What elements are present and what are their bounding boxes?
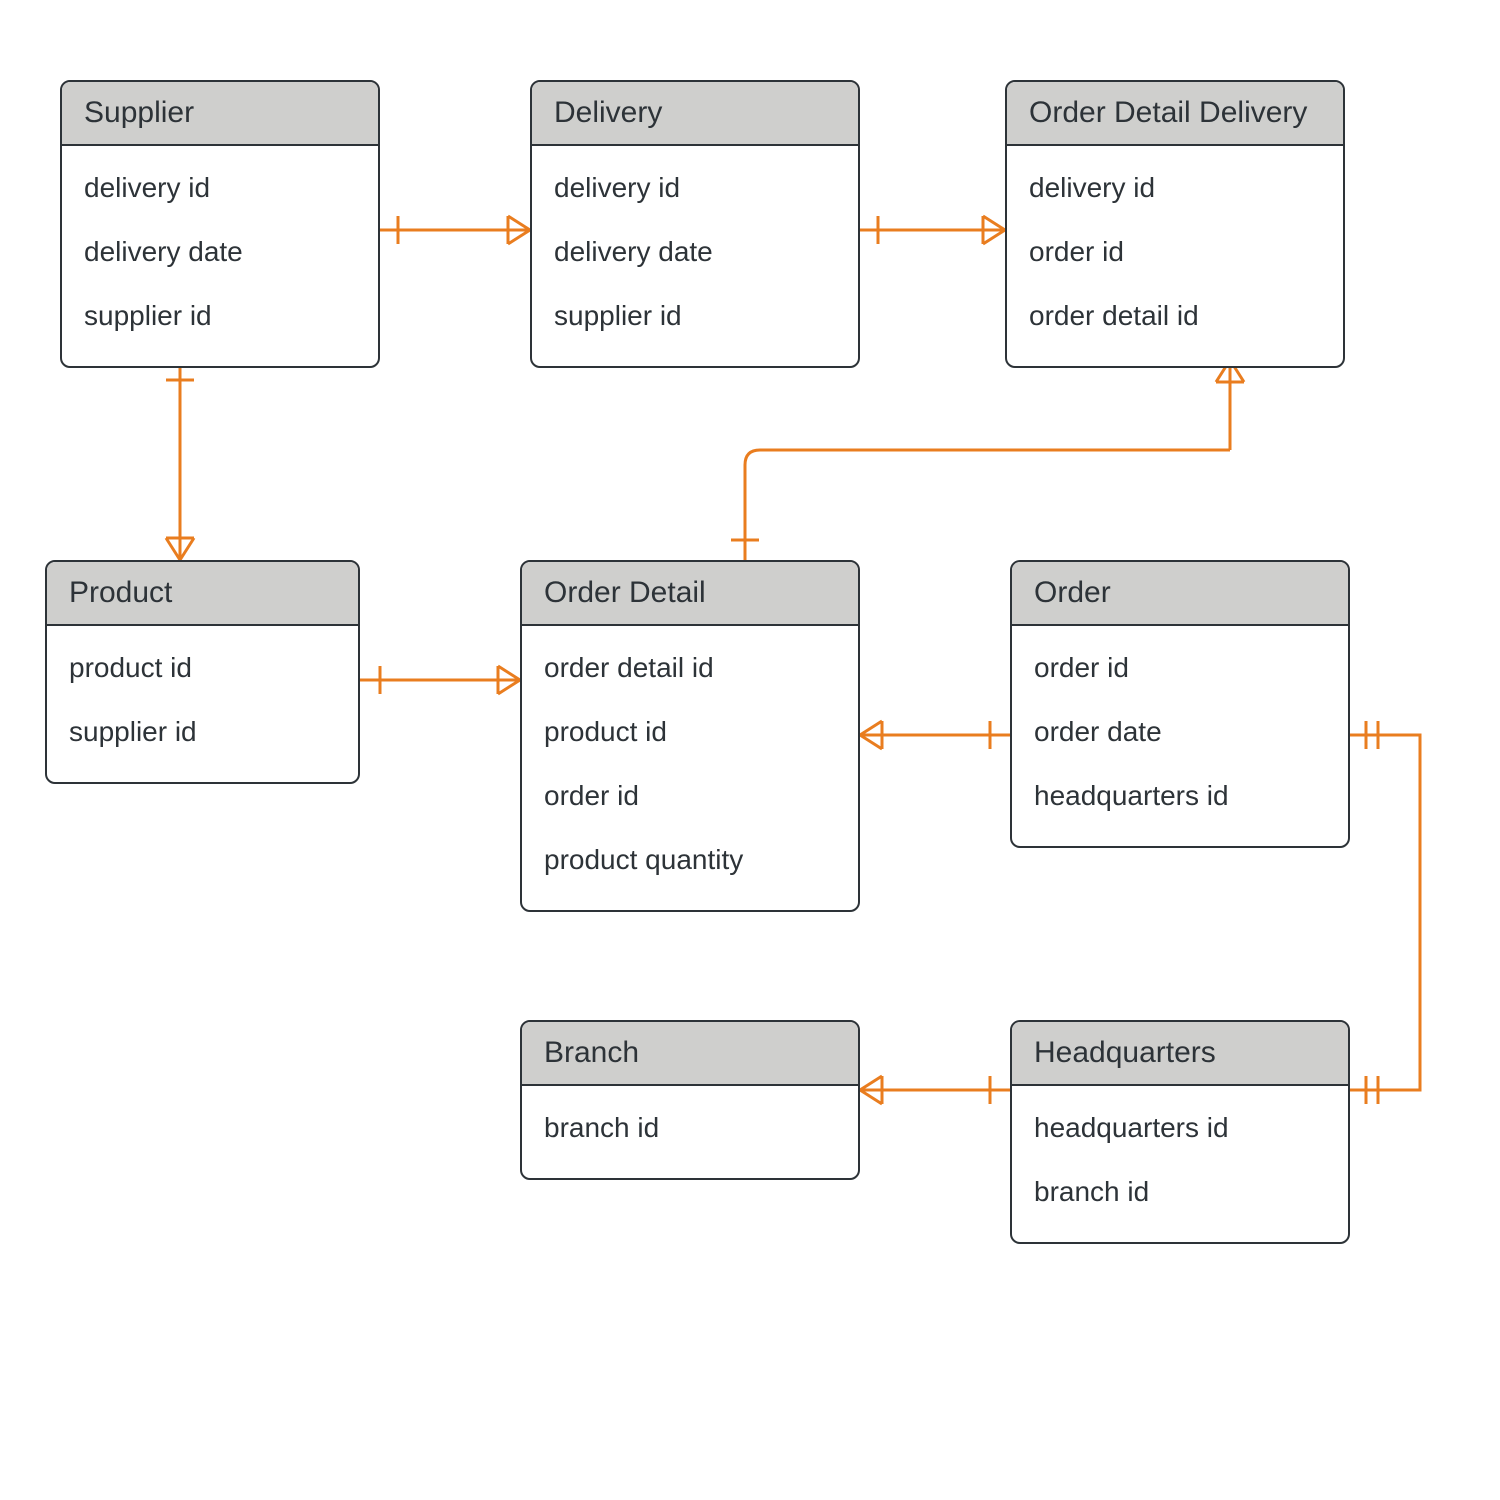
entity-order[interactable]: Order order id order date headquarters i… xyxy=(1010,560,1350,848)
entity-attribute: headquarters id xyxy=(1034,764,1326,828)
entity-attribute: delivery date xyxy=(84,220,356,284)
entity-delivery[interactable]: Delivery delivery id delivery date suppl… xyxy=(530,80,860,368)
entity-order-detail-delivery[interactable]: Order Detail Delivery delivery id order … xyxy=(1005,80,1345,368)
entity-attribute: supplier id xyxy=(84,284,356,348)
entity-attribute: order detail id xyxy=(544,636,836,700)
entity-attribute: order detail id xyxy=(1029,284,1321,348)
entity-attribute: order date xyxy=(1034,700,1326,764)
entity-title: Order xyxy=(1012,562,1348,626)
entity-attribute: order id xyxy=(1034,636,1326,700)
entity-product[interactable]: Product product id supplier id xyxy=(45,560,360,784)
entity-attribute: product id xyxy=(544,700,836,764)
entity-attribute: headquarters id xyxy=(1034,1096,1326,1160)
entity-attribute: delivery id xyxy=(554,156,836,220)
entity-order-detail[interactable]: Order Detail order detail id product id … xyxy=(520,560,860,912)
entity-attribute: order id xyxy=(1029,220,1321,284)
entity-headquarters[interactable]: Headquarters headquarters id branch id xyxy=(1010,1020,1350,1244)
entity-attribute: branch id xyxy=(1034,1160,1326,1224)
entity-title: Supplier xyxy=(62,82,378,146)
entity-title: Delivery xyxy=(532,82,858,146)
entity-branch[interactable]: Branch branch id xyxy=(520,1020,860,1180)
entity-attribute: supplier id xyxy=(554,284,836,348)
entity-attribute: delivery date xyxy=(554,220,836,284)
entity-attribute: order id xyxy=(544,764,836,828)
entity-title: Product xyxy=(47,562,358,626)
entity-attribute: delivery id xyxy=(84,156,356,220)
entity-title: Branch xyxy=(522,1022,858,1086)
er-diagram-canvas: Supplier delivery id delivery date suppl… xyxy=(0,0,1500,1500)
entity-title: Order Detail xyxy=(522,562,858,626)
entity-attribute: product id xyxy=(69,636,336,700)
entity-attribute: delivery id xyxy=(1029,156,1321,220)
entity-attribute: product quantity xyxy=(544,828,836,892)
entity-title: Headquarters xyxy=(1012,1022,1348,1086)
entity-attribute: supplier id xyxy=(69,700,336,764)
entity-title: Order Detail Delivery xyxy=(1007,82,1343,146)
entity-supplier[interactable]: Supplier delivery id delivery date suppl… xyxy=(60,80,380,368)
entity-attribute: branch id xyxy=(544,1096,836,1160)
